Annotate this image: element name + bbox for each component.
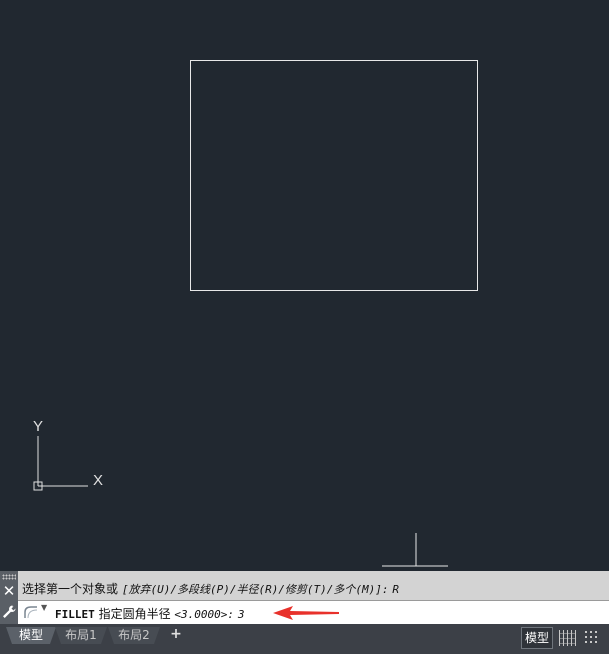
- command-default-value: <3.0000>:: [174, 608, 235, 621]
- command-history-line: 选择第一个对象或 [放弃(U)/多段线(P)/半径(R)/修剪(T)/多个(M)…: [22, 580, 399, 597]
- tab-model[interactable]: 模型: [6, 627, 56, 644]
- tab-layout2[interactable]: 布局2: [108, 627, 160, 644]
- wrench-icon[interactable]: [1, 604, 17, 620]
- add-layout-button[interactable]: +: [166, 626, 186, 643]
- history-prompt: 选择第一个对象或: [22, 582, 119, 596]
- grid-display-icon[interactable]: [556, 627, 578, 649]
- close-icon[interactable]: ✕: [1, 583, 17, 599]
- tab-label: 布局1: [65, 628, 97, 642]
- drag-handle-icon[interactable]: [2, 574, 16, 580]
- tab-label: 布局2: [118, 628, 150, 642]
- crosshair-cursor-icon: [382, 533, 448, 567]
- add-layout-label: +: [170, 626, 182, 642]
- chevron-down-icon[interactable]: ▼: [41, 603, 47, 612]
- model-space-button[interactable]: 模型: [521, 627, 553, 649]
- drawing-canvas[interactable]: Y X: [0, 0, 609, 571]
- fillet-icon[interactable]: [23, 604, 39, 620]
- tab-label: 模型: [18, 628, 43, 642]
- layout-tab-bar: 模型 布局1 布局2 + 模型: [0, 624, 609, 654]
- command-line-panel: ✕ 选择第一个对象或 [放弃(U)/多段线(P)/半径(R)/修剪(T)/多个(…: [0, 571, 609, 624]
- command-history: 选择第一个对象或 [放弃(U)/多段线(P)/半径(R)/修剪(T)/多个(M)…: [18, 571, 609, 600]
- history-value: R: [392, 583, 399, 596]
- ucs-icon: Y X: [33, 418, 103, 491]
- command-name: FILLET: [55, 608, 95, 621]
- ucs-y-label: Y: [33, 418, 43, 435]
- drawn-rectangle[interactable]: [190, 60, 478, 291]
- history-options: [放弃(U)/多段线(P)/半径(R)/修剪(T)/多个(M)]:: [121, 583, 389, 596]
- snap-mode-icon[interactable]: [582, 627, 609, 649]
- command-typed-value: 3: [237, 608, 245, 621]
- command-input[interactable]: ▼ FILLET 指定圆角半径 <3.0000>: 3: [18, 600, 609, 624]
- red-arrow-annotation-icon: [273, 606, 339, 620]
- ucs-x-label: X: [93, 472, 103, 489]
- command-panel-grip[interactable]: ✕: [0, 571, 18, 624]
- command-input-text: FILLET 指定圆角半径 <3.0000>: 3: [55, 605, 244, 622]
- command-prompt: 指定圆角半径: [98, 607, 171, 621]
- tab-layout1[interactable]: 布局1: [55, 627, 107, 644]
